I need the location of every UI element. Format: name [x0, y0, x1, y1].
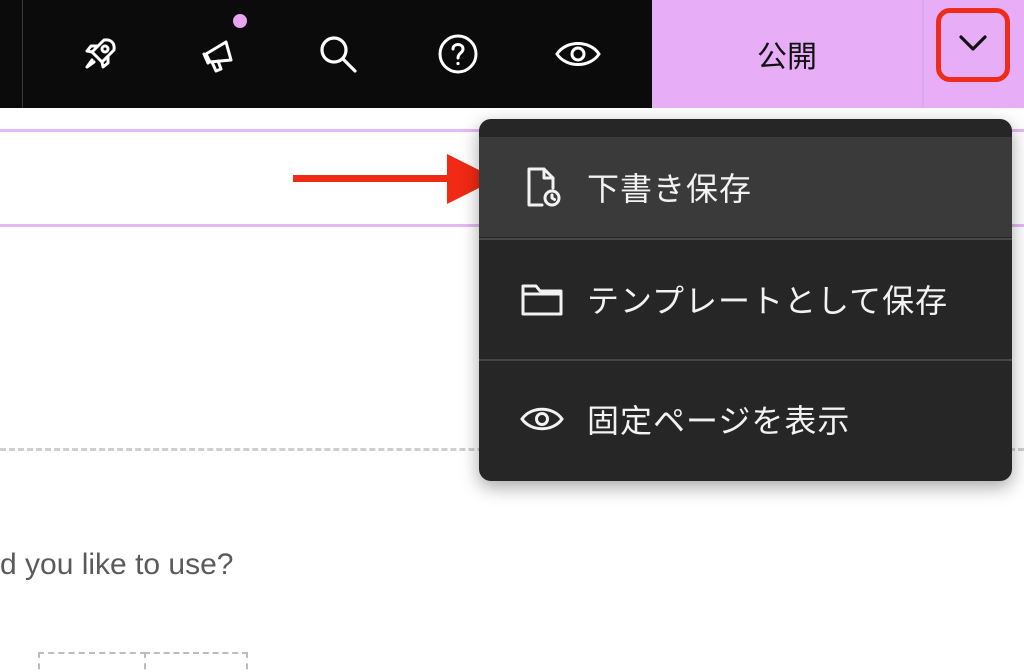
page: 公開 d you like to use? 下書き保存 テンプレートとして保存 …	[0, 0, 1024, 672]
eye-icon	[519, 396, 565, 442]
annotation-arrow-shaft	[293, 175, 453, 182]
rocket-icon[interactable]	[72, 26, 128, 82]
eye-icon[interactable]	[550, 26, 606, 82]
chevron-down-icon	[957, 33, 989, 57]
help-icon[interactable]	[430, 26, 486, 82]
publish-dropdown-menu: 下書き保存 テンプレートとして保存 固定ページを表示	[479, 119, 1012, 481]
publish-options-toggle[interactable]	[936, 8, 1010, 82]
menu-item-view-page[interactable]: 固定ページを表示	[479, 369, 1012, 469]
menu-separator	[479, 359, 1012, 361]
menu-item-label: 固定ページを表示	[587, 402, 851, 440]
option-box[interactable]	[38, 652, 146, 672]
menu-separator	[479, 238, 1012, 240]
menu-item-save-as-template[interactable]: テンプレートとして保存	[479, 249, 1012, 349]
draft-file-icon	[519, 164, 565, 210]
notification-dot	[233, 14, 247, 28]
publish-divider	[922, 0, 924, 108]
top-toolbar: 公開	[0, 0, 1024, 108]
menu-item-save-draft[interactable]: 下書き保存	[479, 137, 1012, 237]
folder-icon	[519, 276, 565, 322]
question-text: d you like to use?	[0, 548, 234, 581]
option-box[interactable]	[144, 652, 248, 672]
menu-item-label: 下書き保存	[587, 170, 753, 208]
toolbar-divider	[22, 0, 23, 108]
search-icon[interactable]	[310, 26, 366, 82]
menu-item-label: テンプレートとして保存	[587, 282, 949, 320]
megaphone-icon[interactable]	[192, 26, 248, 82]
publish-area: 公開	[652, 0, 1024, 108]
publish-button[interactable]: 公開	[652, 0, 922, 108]
